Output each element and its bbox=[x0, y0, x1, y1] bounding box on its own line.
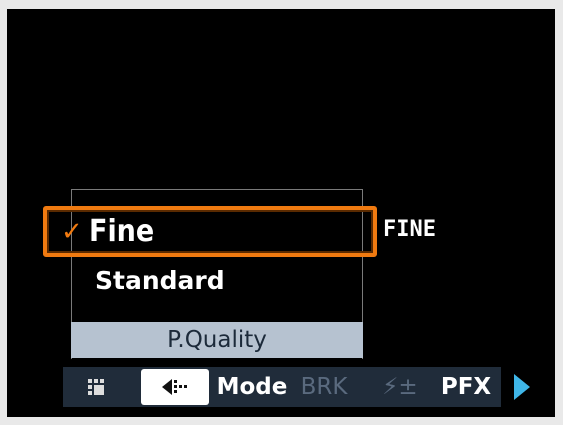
check-icon: ✓ bbox=[61, 216, 83, 247]
camera-screen: ✓ Fine Standard P.Quality FINE Mode BRK … bbox=[7, 9, 555, 417]
menu-item-label: Fine bbox=[89, 214, 155, 249]
grid-icon bbox=[88, 379, 104, 395]
tab-flash-compensation[interactable]: ⚡± bbox=[377, 367, 423, 407]
tab-brk[interactable]: BRK bbox=[295, 367, 353, 407]
current-value: FINE bbox=[383, 217, 436, 242]
menu-title: P.Quality bbox=[71, 322, 363, 358]
tab-bar: Mode BRK ⚡± PFX bbox=[63, 367, 501, 407]
tab-pfx[interactable]: PFX bbox=[431, 367, 501, 407]
menu-item-standard[interactable]: Standard bbox=[95, 266, 225, 295]
tab-grid[interactable] bbox=[77, 367, 117, 407]
tab-quality[interactable] bbox=[141, 369, 209, 405]
right-triangle-icon[interactable] bbox=[514, 374, 530, 400]
quality-icon bbox=[162, 379, 187, 395]
tab-mode[interactable]: Mode bbox=[213, 367, 291, 407]
menu-item-fine[interactable]: ✓ Fine bbox=[43, 206, 377, 257]
